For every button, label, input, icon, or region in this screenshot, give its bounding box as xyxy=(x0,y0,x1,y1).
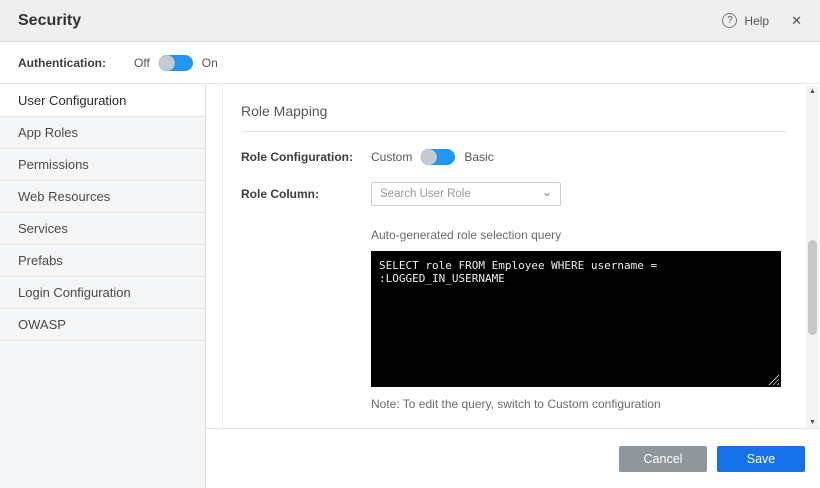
role-column-select[interactable]: Search User Role ⌄ xyxy=(371,182,561,206)
toggle-knob xyxy=(421,149,437,165)
sidebar-item-app-roles[interactable]: App Roles xyxy=(0,117,205,149)
query-editor[interactable]: SELECT role FROM Employee WHERE username… xyxy=(371,251,781,387)
role-configuration-field: Custom Basic xyxy=(371,149,494,165)
chevron-down-icon: ⌄ xyxy=(542,187,552,197)
sidebar-item-permissions[interactable]: Permissions xyxy=(0,149,205,181)
role-column-row: Role Column: Search User Role ⌄ xyxy=(241,182,790,206)
sidebar-item-user-configuration[interactable]: User Configuration xyxy=(0,85,205,117)
authentication-label: Authentication: xyxy=(18,56,106,70)
scrollbar-thumb[interactable] xyxy=(808,240,817,335)
role-column-placeholder: Search User Role xyxy=(380,188,471,200)
cancel-button[interactable]: Cancel xyxy=(619,446,707,472)
help-link[interactable]: Help xyxy=(744,14,769,28)
toggle-knob xyxy=(159,55,175,71)
scrollbar[interactable]: ▲ ▼ xyxy=(806,86,819,429)
save-button[interactable]: Save xyxy=(717,446,805,472)
role-configuration-toggle[interactable] xyxy=(421,149,455,165)
sidebar-item-web-resources[interactable]: Web Resources xyxy=(0,181,205,213)
section-title: Role Mapping xyxy=(241,103,790,119)
footer: Cancel Save xyxy=(206,428,820,488)
query-note: Note: To edit the query, switch to Custo… xyxy=(371,397,790,411)
sidebar: User Configuration App Roles Permissions… xyxy=(0,85,206,488)
scroll-up-icon[interactable]: ▲ xyxy=(806,86,819,98)
query-caption: Auto-generated role selection query xyxy=(371,228,790,242)
custom-option-label: Custom xyxy=(371,150,412,164)
titlebar: Security ? Help ✕ xyxy=(0,0,820,42)
authentication-off-label: Off xyxy=(134,56,150,70)
help-icon[interactable]: ? xyxy=(722,13,737,28)
sidebar-item-prefabs[interactable]: Prefabs xyxy=(0,245,205,277)
role-configuration-label: Role Configuration: xyxy=(241,150,371,164)
titlebar-actions: ? Help ✕ xyxy=(722,13,802,29)
authentication-row: Authentication: Off On xyxy=(0,42,820,84)
role-column-label: Role Column: xyxy=(241,187,371,201)
security-dialog: Security ? Help ✕ Authentication: Off On… xyxy=(0,0,820,488)
role-configuration-row: Role Configuration: Custom Basic xyxy=(241,149,790,165)
page-title: Security xyxy=(18,12,81,30)
sidebar-item-owasp[interactable]: OWASP xyxy=(0,309,205,341)
basic-option-label: Basic xyxy=(464,150,493,164)
authentication-toggle[interactable] xyxy=(159,55,193,71)
query-text: SELECT role FROM Employee WHERE username… xyxy=(379,259,773,285)
section-divider xyxy=(241,131,786,132)
sidebar-item-services[interactable]: Services xyxy=(0,213,205,245)
authentication-on-label: On xyxy=(202,56,218,70)
sidebar-item-login-configuration[interactable]: Login Configuration xyxy=(0,277,205,309)
close-icon[interactable]: ✕ xyxy=(791,13,802,29)
content-area: Role Mapping Role Configuration: Custom … xyxy=(206,85,820,488)
role-mapping-panel: Role Mapping Role Configuration: Custom … xyxy=(222,85,790,428)
query-block: Auto-generated role selection query SELE… xyxy=(371,228,790,411)
resize-handle-icon[interactable] xyxy=(768,374,779,385)
